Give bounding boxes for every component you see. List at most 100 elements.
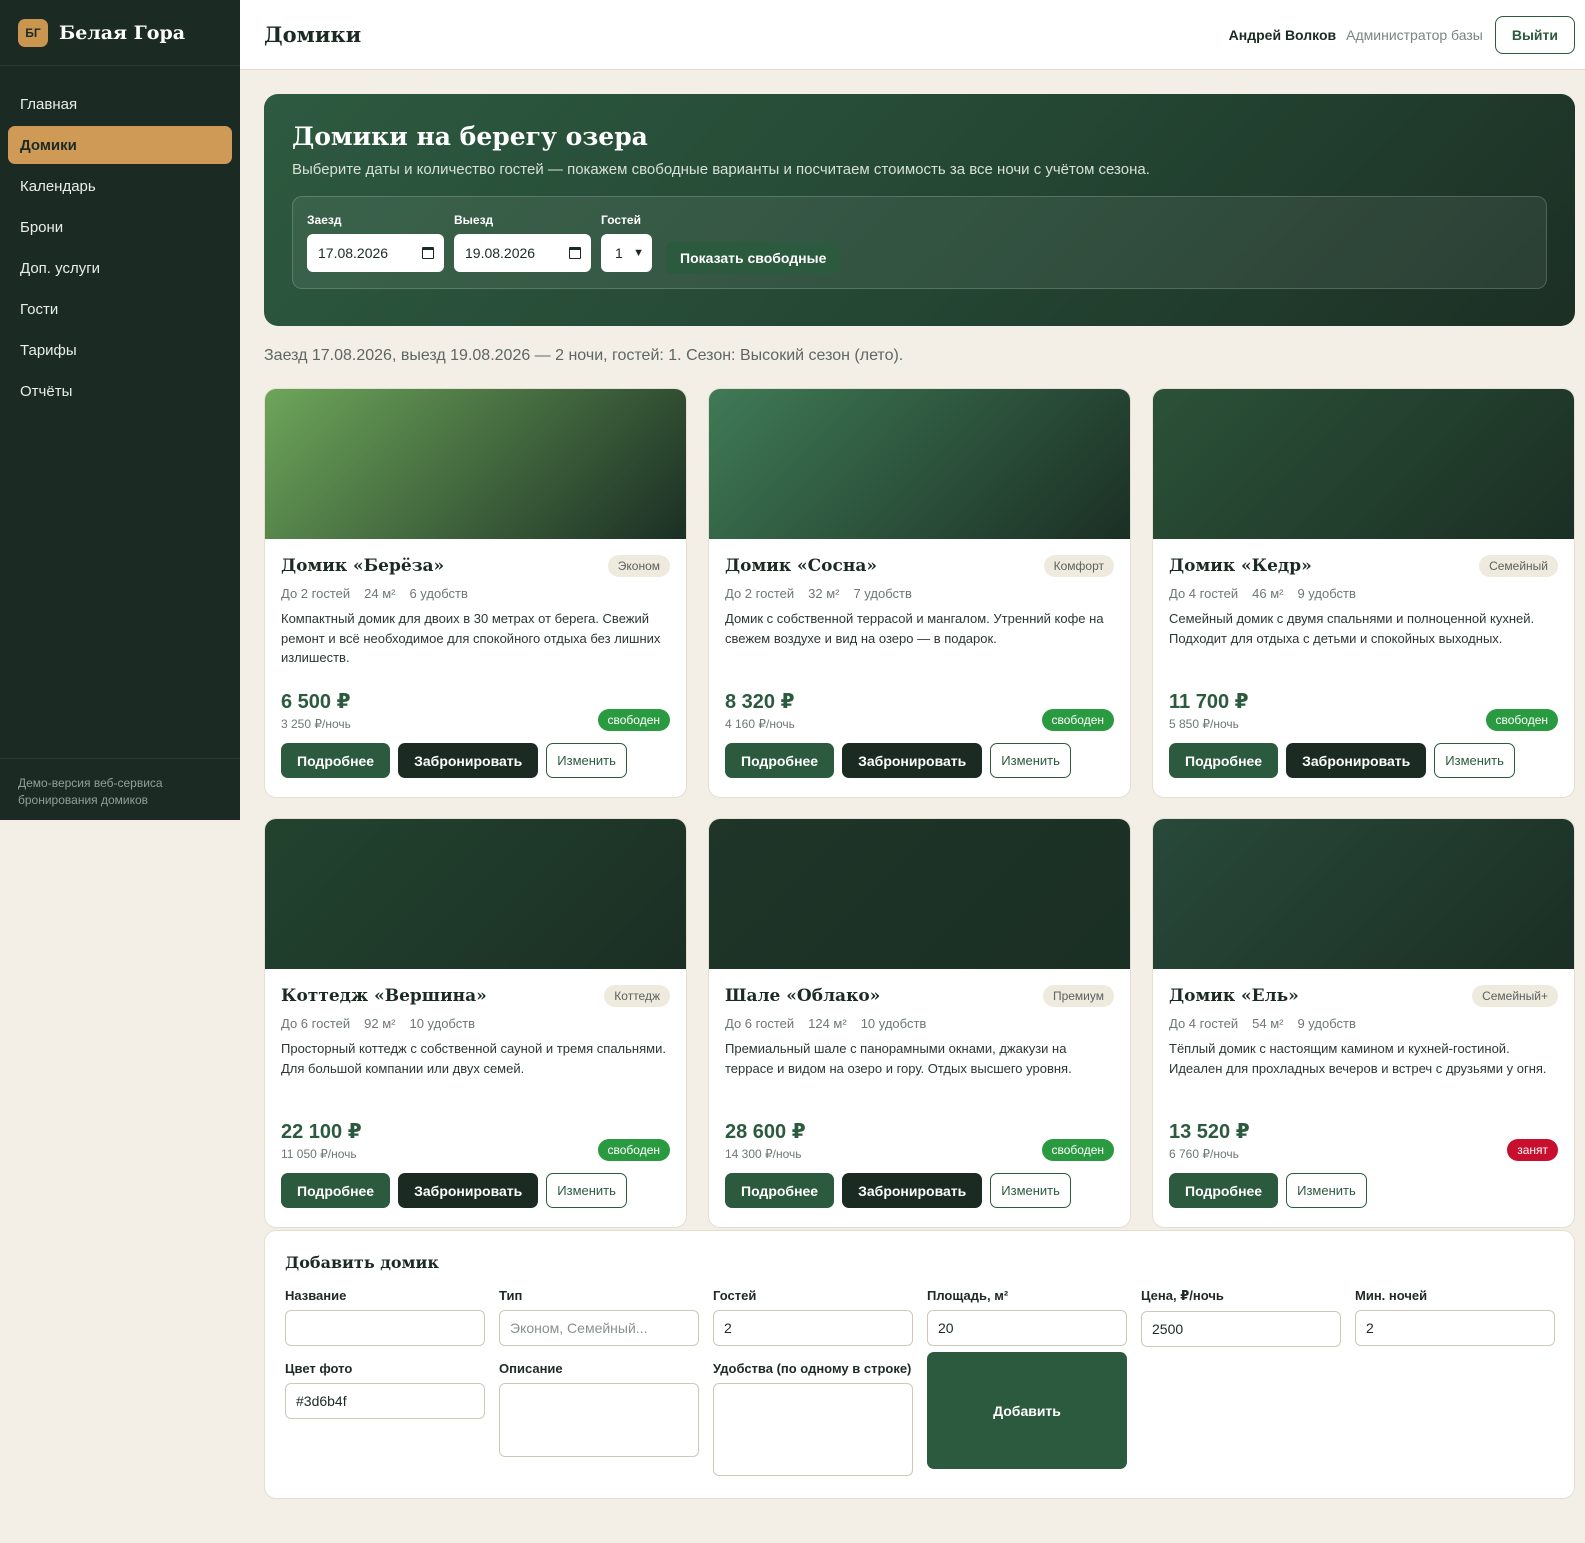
cabin-total-price: 8 320 ₽ bbox=[725, 691, 795, 713]
sidebar-item-guests[interactable]: Гости bbox=[8, 290, 232, 328]
edit-button[interactable]: Изменить bbox=[1286, 1173, 1367, 1208]
details-button[interactable]: Подробнее bbox=[1169, 1173, 1279, 1208]
cabin-card-body: Домик «Берёза» Эконом До 2 гостей 24 м² 6 уд… bbox=[265, 539, 686, 797]
details-button[interactable]: Подробнее bbox=[281, 743, 391, 778]
cabin-photo bbox=[1153, 389, 1574, 539]
book-button[interactable]: Забронировать bbox=[842, 743, 983, 778]
details-button[interactable]: Подробнее bbox=[725, 1173, 835, 1208]
sidebar-nav: Главная Домики Календарь Брони Доп. услу… bbox=[0, 66, 240, 410]
checkout-date-value: 19.08.2026 bbox=[465, 245, 536, 261]
cabin-total-price: 11 700 ₽ bbox=[1169, 691, 1249, 713]
sidebar-item-reports[interactable]: Отчёты bbox=[8, 372, 232, 410]
add-cabin-button[interactable]: Добавить bbox=[927, 1352, 1127, 1469]
cabin-area: 24 м² bbox=[364, 586, 396, 601]
description-textarea[interactable] bbox=[499, 1383, 699, 1457]
status-badge: свободен bbox=[597, 709, 670, 731]
chevron-down-icon: ▼ bbox=[633, 247, 644, 259]
book-button[interactable]: Забронировать bbox=[1286, 743, 1427, 778]
cabin-card-head: Домик «Кедр» Семейный bbox=[1169, 555, 1558, 577]
cabin-card-body: Домик «Ель» Семейный+ До 4 гостей 54 м² 9 уд… bbox=[1153, 969, 1574, 1227]
cabin-amenities-count: 7 удобств bbox=[853, 586, 912, 601]
edit-button[interactable]: Изменить bbox=[1434, 743, 1515, 778]
cabin-description: Семейный домик с двумя спальнями и полно… bbox=[1169, 611, 1535, 646]
book-button[interactable]: Забронировать bbox=[398, 743, 539, 778]
cabin-title: Домик «Кедр» bbox=[1169, 556, 1312, 576]
type-input[interactable]: Эконом, Семейный... bbox=[499, 1310, 699, 1346]
amenities-textarea[interactable] bbox=[713, 1383, 913, 1476]
guests-select[interactable]: 1 ▼ bbox=[601, 234, 652, 272]
book-button[interactable]: Забронировать bbox=[398, 1173, 539, 1208]
cabin-type-badge: Семейный+ bbox=[1472, 985, 1558, 1007]
checkin-label: Заезд bbox=[307, 213, 342, 227]
price-input[interactable]: 2500 bbox=[1141, 1311, 1341, 1347]
sidebar-item-bookings[interactable]: Брони bbox=[8, 208, 232, 246]
cabin-actions: Подробнее Забронировать Изменить bbox=[725, 1173, 1071, 1208]
details-button[interactable]: Подробнее bbox=[1169, 743, 1279, 778]
details-button[interactable]: Подробнее bbox=[725, 743, 835, 778]
book-button[interactable]: Забронировать bbox=[842, 1173, 983, 1208]
cabin-title: Коттедж «Вершина» bbox=[281, 986, 487, 1006]
sidebar-item-home[interactable]: Главная bbox=[8, 85, 232, 123]
cabin-card: Шале «Облако» Премиум До 6 гостей 124 м² 10 … bbox=[708, 818, 1131, 1228]
cabin-price-per-night: 3 250 ₽/ночь bbox=[281, 717, 351, 731]
cabin-actions: Подробнее Забронировать Изменить bbox=[281, 743, 627, 778]
photo-color-input[interactable]: #3d6b4f bbox=[285, 1383, 485, 1419]
sidebar: БГ Белая Гора Главная Домики Календарь Б… bbox=[0, 0, 240, 820]
cabin-photo bbox=[265, 819, 686, 969]
show-available-button[interactable]: Показать свободные bbox=[666, 242, 841, 274]
brand[interactable]: БГ Белая Гора bbox=[0, 0, 240, 66]
edit-button[interactable]: Изменить bbox=[990, 743, 1071, 778]
edit-button[interactable]: Изменить bbox=[546, 1173, 627, 1208]
cabin-card-head: Шале «Облако» Премиум bbox=[725, 985, 1114, 1007]
cabin-actions: Подробнее Забронировать Изменить bbox=[281, 1173, 627, 1208]
add-cabin-fields: Название Тип Эконом, Семейный... Гостей … bbox=[285, 1288, 1555, 1476]
cabin-price-per-night: 4 160 ₽/ночь bbox=[725, 717, 795, 731]
edit-button[interactable]: Изменить bbox=[546, 743, 627, 778]
cabin-total-price: 13 520 ₽ bbox=[1169, 1121, 1250, 1143]
cabin-total-price: 22 100 ₽ bbox=[281, 1121, 362, 1143]
cabin-amenities-count: 9 удобств bbox=[1297, 1016, 1356, 1031]
sidebar-item-calendar[interactable]: Календарь bbox=[8, 167, 232, 205]
guests-count-label: Гостей bbox=[713, 1288, 757, 1303]
add-button-cell: Добавить bbox=[927, 1352, 1127, 1476]
cabin-total-price: 28 600 ₽ bbox=[725, 1121, 806, 1143]
page-title: Домики bbox=[264, 22, 362, 47]
checkin-date-input[interactable]: 17.08.2026 bbox=[307, 234, 444, 272]
cabin-type-badge: Семейный bbox=[1479, 555, 1558, 577]
area-input[interactable]: 20 bbox=[927, 1310, 1127, 1346]
sidebar-item-extras[interactable]: Доп. услуги bbox=[8, 249, 232, 287]
sidebar-item-tariffs[interactable]: Тарифы bbox=[8, 331, 232, 369]
cabin-title: Шале «Облако» bbox=[725, 986, 881, 1006]
sidebar-item-cabins[interactable]: Домики bbox=[8, 126, 232, 164]
status-badge: свободен bbox=[1485, 709, 1558, 731]
photo-color-field: Цвет фото #3d6b4f bbox=[285, 1361, 485, 1476]
details-button[interactable]: Подробнее bbox=[281, 1173, 391, 1208]
cabin-card-head: Домик «Ель» Семейный+ bbox=[1169, 985, 1558, 1007]
cabin-type-badge: Премиум bbox=[1042, 985, 1114, 1007]
guests-count-input[interactable]: 2 bbox=[713, 1310, 913, 1346]
cabin-card: Домик «Кедр» Семейный До 4 гостей 46 м² 9 уд… bbox=[1152, 388, 1575, 798]
cabin-specs: До 6 гостей 124 м² 10 удобств bbox=[725, 1016, 1114, 1031]
cabin-area: 54 м² bbox=[1252, 1016, 1284, 1031]
cabin-type-badge: Эконом bbox=[607, 555, 670, 577]
cabin-title: Домик «Ель» bbox=[1169, 986, 1299, 1006]
calendar-icon[interactable] bbox=[569, 247, 581, 259]
area-label: Площадь, м² bbox=[927, 1288, 1009, 1303]
logout-button[interactable]: Выйти bbox=[1494, 15, 1575, 54]
availability-form: Заезд 17.08.2026 Выезд 19.08.2026 Гостей… bbox=[292, 196, 1547, 289]
add-cabin-form: Добавить домик Название Тип Эконом, Семе… bbox=[264, 1230, 1575, 1499]
guests-field: Гостей 1 ▼ bbox=[601, 213, 652, 272]
cabin-guests: До 4 гостей bbox=[1169, 1016, 1239, 1031]
min-nights-input[interactable]: 2 bbox=[1355, 1310, 1555, 1346]
search-summary: Заезд 17.08.2026, выезд 19.08.2026 — 2 н… bbox=[264, 347, 904, 364]
edit-button[interactable]: Изменить bbox=[990, 1173, 1071, 1208]
amenities-label: Удобства (по одному в строке) bbox=[713, 1361, 912, 1376]
checkout-date-input[interactable]: 19.08.2026 bbox=[454, 234, 591, 272]
status-badge: свободен bbox=[1041, 1139, 1114, 1161]
cabin-description: Премиальный шале с панорамными окнами, д… bbox=[725, 1041, 1072, 1076]
cabin-guests: До 4 гостей bbox=[1169, 586, 1239, 601]
name-input[interactable] bbox=[285, 1310, 485, 1346]
add-cabin-title: Добавить домик bbox=[285, 1253, 439, 1272]
calendar-icon[interactable] bbox=[422, 247, 434, 259]
guests-label: Гостей bbox=[601, 213, 641, 227]
